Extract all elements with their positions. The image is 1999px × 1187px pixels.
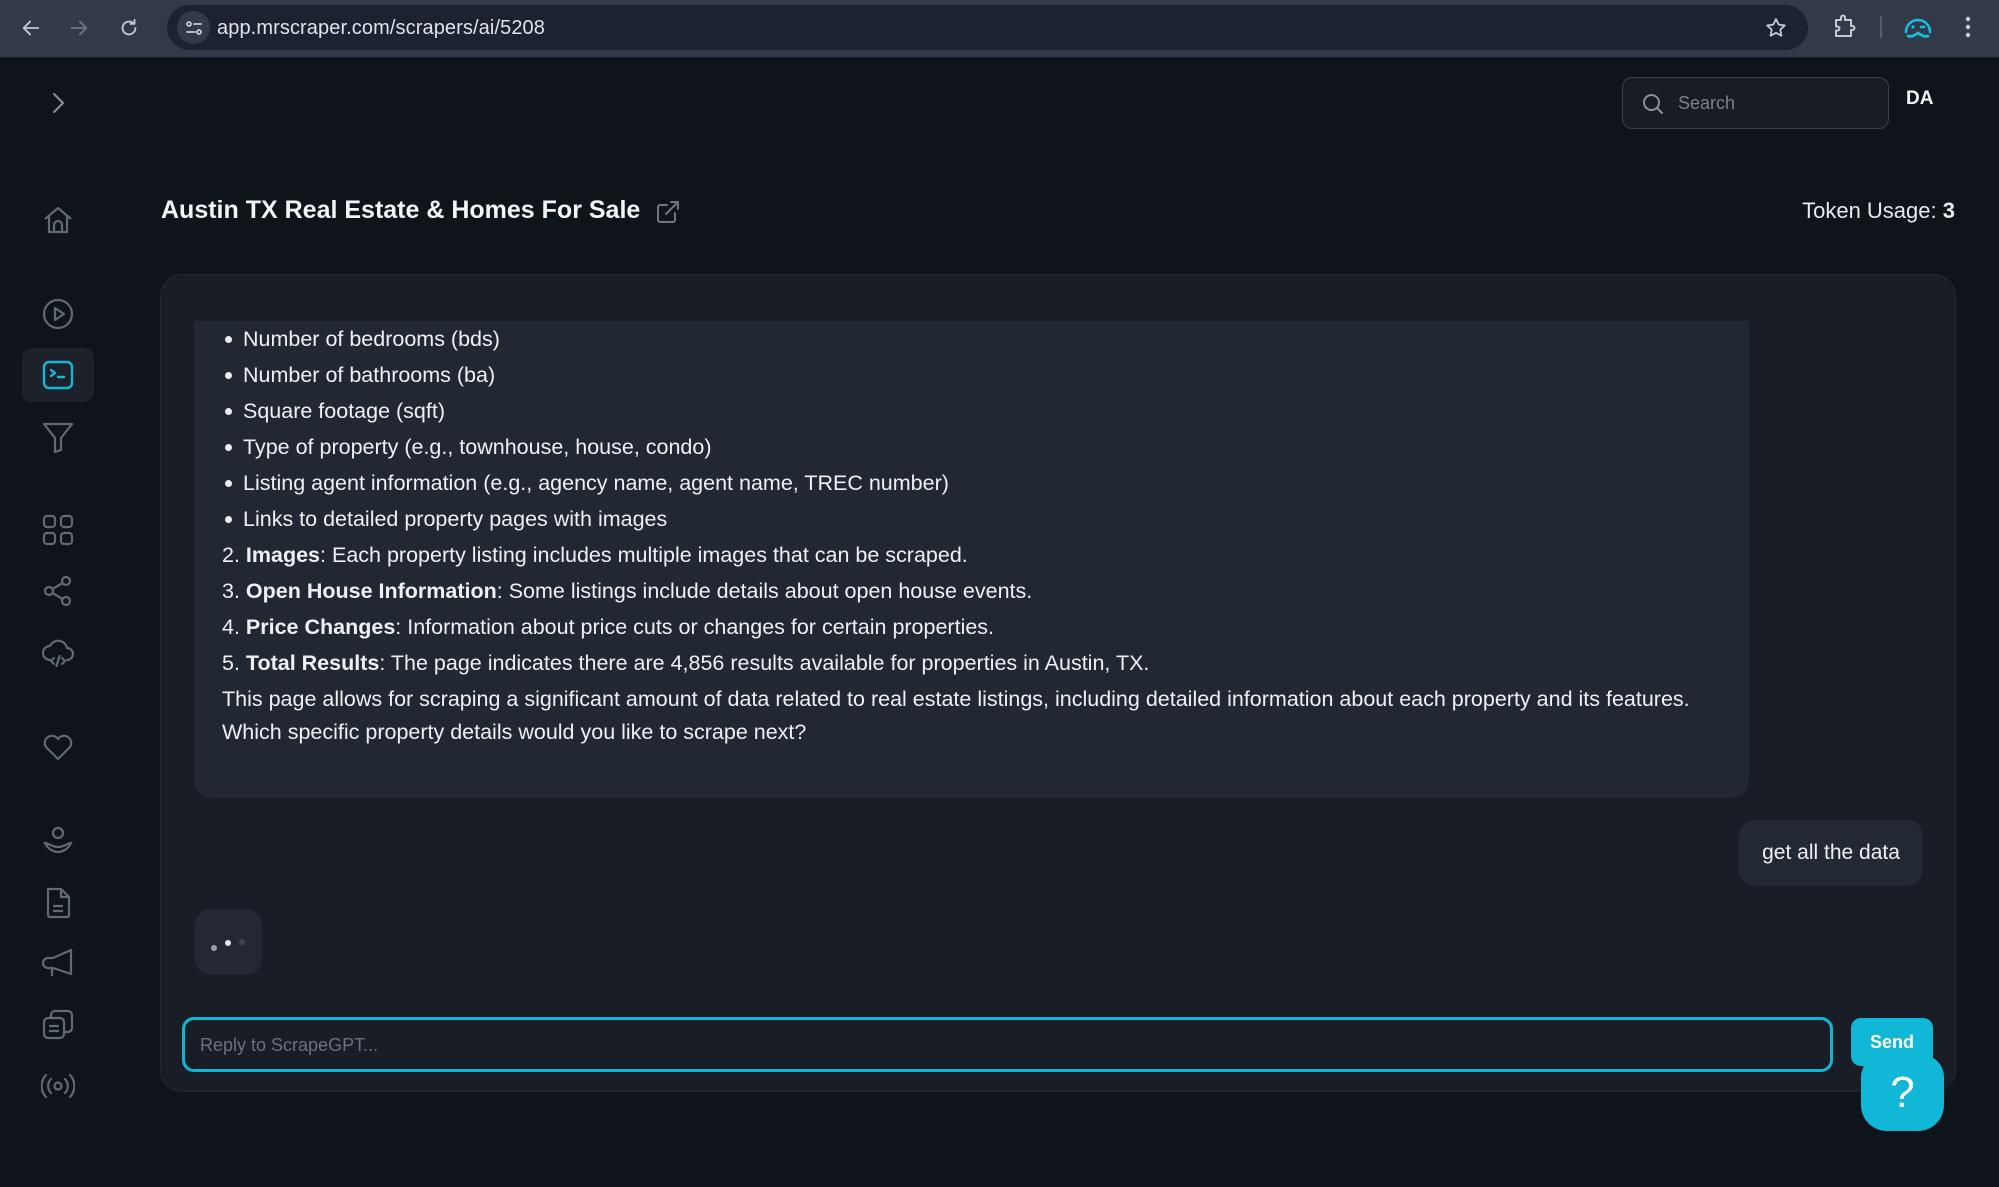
item-text: : The page indicates there are 4,856 res… [379,651,1150,675]
sidebar-item-account[interactable] [22,814,94,868]
item-text: : Each property listing includes multipl… [320,543,968,567]
list-item: Links to detailed property pages with im… [222,501,1721,537]
cloud-code-icon [41,639,75,668]
field-list: Number of bedrooms (bds) Number of bathr… [222,321,1721,537]
radio-waves-icon [41,1073,75,1099]
assistant-message: Number of bedrooms (bds) Number of bathr… [194,321,1749,798]
reload-icon [121,18,137,36]
search-icon [1643,94,1663,114]
numbered-item: 3. Open House Information: Some listings… [222,573,1721,609]
chat-panel: Number of bedrooms (bds) Number of bathr… [160,274,1956,1092]
forward-button[interactable] [64,13,94,43]
sidebar-item-filter[interactable] [22,410,94,464]
follow-up-question: Which specific property details would yo… [222,720,807,744]
sidebar-item-dashboard[interactable] [22,503,94,557]
reload-button[interactable] [114,13,144,43]
item-number: 5. [222,651,240,675]
list-item: Type of property (e.g., townhouse, house… [222,429,1721,465]
reply-input[interactable] [200,1030,1800,1060]
item-title: Price Changes [245,615,396,639]
list-item: Square footage (sqft) [222,393,1721,429]
question-mark-icon: ? [1890,1068,1915,1117]
sidebar-item-favorites[interactable] [22,720,94,774]
reply-input-box[interactable] [182,1017,1833,1072]
megaphone-icon [41,948,73,976]
home-icon [44,206,72,234]
numbered-item: 5. Total Results: The page indicates the… [222,645,1721,681]
list-item: Number of bedrooms (bds) [222,321,1721,357]
item-title: Open House Information [245,579,497,603]
item-number: 4. [222,615,240,639]
site-info-button[interactable] [177,11,210,44]
list-item: Listing agent information (e.g., agency … [222,465,1721,501]
typing-dot [211,945,217,951]
item-title: Images [245,543,321,567]
typing-dot [239,939,245,945]
sidebar-item-announcements[interactable] [22,936,94,990]
typing-indicator [195,909,262,975]
extensions-puzzle-icon[interactable] [1830,12,1860,42]
item-number: 3. [222,579,240,603]
share-nodes-icon [43,575,72,607]
chevron-right-icon [53,93,64,113]
document-icon [46,887,71,919]
filter-funnel-icon [42,422,74,454]
toolbar-divider [1880,16,1882,38]
sidebar [0,58,116,1187]
item-text: : Some listings include details about op… [496,579,1033,603]
kebab-menu-icon[interactable] [1956,12,1980,42]
external-link-icon[interactable] [655,199,681,225]
token-usage: Token Usage: 3 [1802,198,1955,224]
heart-icon [43,734,73,761]
terminal-icon [42,360,74,390]
site-info-icon [185,20,202,35]
numbered-item: 4. Price Changes: Information about pric… [222,609,1721,645]
help-button[interactable]: ? [1861,1055,1944,1131]
back-arrow-icon [22,20,40,36]
user-avatar[interactable]: DA [1906,88,1933,110]
sidebar-item-run[interactable] [22,287,94,341]
global-search[interactable] [1622,77,1889,129]
grid-icon [42,514,74,546]
sidebar-item-templates[interactable] [22,998,94,1052]
profile-mustache-icon[interactable] [1901,10,1935,44]
item-title: Total Results [245,651,380,675]
sidebar-item-ai-scraper[interactable] [22,348,94,402]
sidebar-item-home[interactable] [22,193,94,247]
user-icon [43,826,73,854]
address-bar[interactable]: app.mrscraper.com/scrapers/ai/5208 [167,5,1808,50]
search-input[interactable] [1678,88,1878,118]
page-title: Austin TX Real Estate & Homes For Sale [161,196,641,224]
item-text: : Information about price cuts or change… [395,615,995,639]
sidebar-item-api[interactable] [22,627,94,681]
play-circle-icon [42,298,74,330]
token-usage-value: 3 [1942,198,1955,223]
user-message: get all the data [1739,820,1923,886]
sidebar-item-docs[interactable] [22,876,94,930]
browser-toolbar: app.mrscraper.com/scrapers/ai/5208 [0,0,1999,58]
item-number: 2. [222,543,240,567]
sidebar-item-integrations[interactable] [22,564,94,618]
typing-dot [225,940,231,946]
summary-paragraph: This page allows for scraping a signific… [222,687,1690,711]
sidebar-item-broadcast[interactable] [22,1059,94,1113]
token-usage-label: Token Usage: [1802,198,1937,223]
numbered-item: 2. Images: Each property listing include… [222,537,1721,573]
sidebar-toggle[interactable] [22,76,94,130]
copy-stack-icon [42,1009,74,1040]
back-button[interactable] [16,13,46,43]
list-item: Number of bathrooms (ba) [222,357,1721,393]
bookmark-star-icon[interactable] [1764,16,1788,40]
forward-arrow-icon [70,20,88,36]
url-text[interactable]: app.mrscraper.com/scrapers/ai/5208 [217,17,545,40]
